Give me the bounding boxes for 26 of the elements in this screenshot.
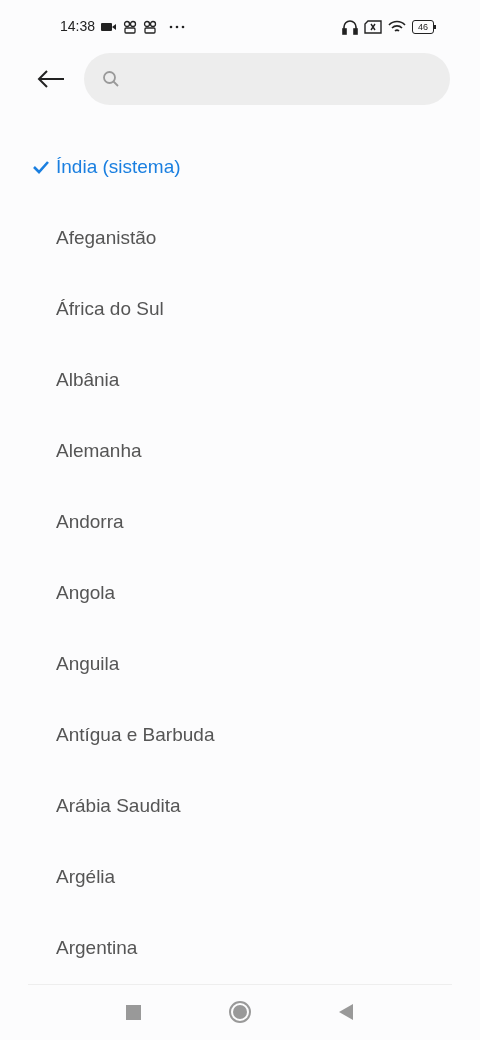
back-nav-button[interactable] xyxy=(338,1003,355,1022)
home-button[interactable] xyxy=(228,1001,251,1024)
search-icon xyxy=(102,69,120,88)
status-time: 14:38 xyxy=(60,17,96,37)
country-item[interactable]: Angola xyxy=(0,557,480,629)
country-item[interactable]: Argentina xyxy=(0,912,480,984)
sim-icon xyxy=(364,19,382,34)
country-item[interactable]: Afeganistão xyxy=(0,202,480,274)
notification-icon xyxy=(123,19,138,34)
country-item[interactable]: Alemanha xyxy=(0,415,480,487)
video-camera-icon xyxy=(101,21,118,32)
battery-icon: 46 xyxy=(412,19,436,34)
country-item[interactable]: Anguila xyxy=(0,628,480,700)
more-icon xyxy=(169,24,186,29)
country-item[interactable]: África do Sul xyxy=(0,273,480,345)
country-item[interactable]: Albânia xyxy=(0,344,480,416)
headphones-icon xyxy=(342,18,358,35)
country-item[interactable]: Arábia Saudita xyxy=(0,770,480,842)
country-item[interactable]: Argélia xyxy=(0,841,480,913)
country-item[interactable]: Andorra xyxy=(0,486,480,558)
checkmark-icon xyxy=(32,160,50,175)
wifi-icon xyxy=(388,19,406,34)
recents-button[interactable] xyxy=(125,1004,141,1020)
notification-icon xyxy=(143,19,158,34)
country-item[interactable]: Índia (sistema) xyxy=(0,131,480,203)
country-item[interactable]: Antígua e Barbuda xyxy=(0,699,480,771)
